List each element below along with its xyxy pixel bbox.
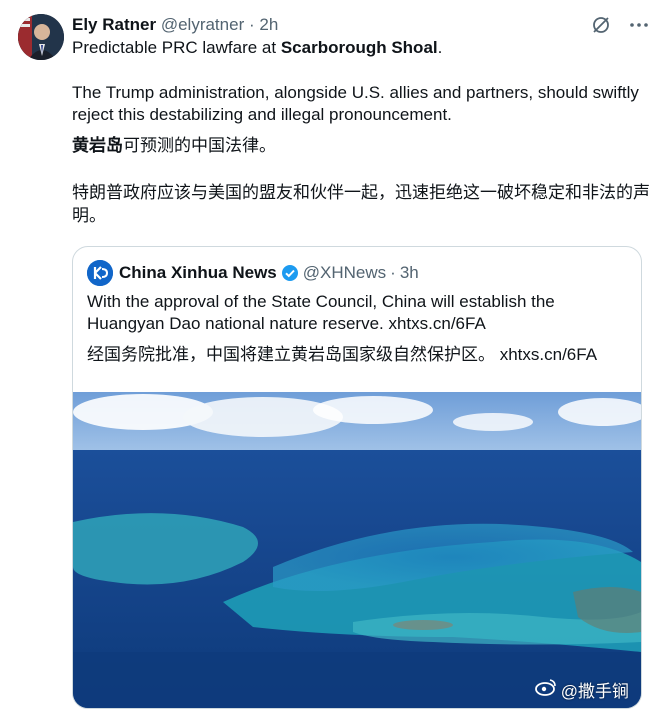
grok-icon[interactable] — [590, 14, 612, 36]
tweet-paragraph-2: The Trump administration, alongside U.S.… — [72, 82, 652, 126]
tweet-actions-top — [590, 14, 650, 36]
separator: · — [390, 263, 396, 282]
quoted-tweet-text: With the approval of the State Council, … — [87, 291, 627, 335]
tweet-text: 明。 — [72, 206, 106, 225]
quoted-text-line: Huangyan Dao national nature reserve. xh… — [87, 314, 486, 333]
tweet-text: Predictable PRC lawfare at — [72, 38, 281, 57]
tweet-text: . — [437, 38, 443, 57]
separator: · — [248, 15, 255, 34]
more-icon[interactable] — [628, 14, 650, 36]
weibo-icon — [534, 678, 557, 701]
quoted-tweet-time[interactable]: 3h — [400, 263, 419, 283]
quoted-text-line: With the approval of the State Council, … — [87, 292, 555, 311]
tweet-text: reject this destabilizing and illegal pr… — [72, 105, 452, 124]
author-handle[interactable]: @elyratner — [161, 15, 244, 34]
tweet-header: Ely Ratner @elyratner · 2h — [72, 14, 652, 36]
author-name[interactable]: Ely Ratner — [72, 15, 156, 34]
tweet-zh-line1: 黄岩岛可预测的中国法律。 — [72, 135, 652, 157]
quoted-author-handle[interactable]: @XHNews — [303, 263, 386, 283]
tweet-time[interactable]: 2h — [259, 15, 278, 34]
quoted-tweet[interactable]: China Xinhua News @XHNews · 3h With the … — [72, 246, 642, 709]
verified-badge-icon — [281, 264, 299, 282]
tweet-text: 特朗普政府应该与美国的盟友和伙伴一起，迅速拒绝这一破坏稳定和非法的声 — [72, 183, 650, 202]
quoted-tweet-image[interactable]: @撒手锏 — [73, 392, 641, 708]
tweet: Ely Ratner @elyratner · 2h Predictable P… — [0, 0, 672, 711]
watermark: @撒手锏 — [534, 677, 629, 702]
quoted-tweet-zh: 经国务院批准，中国将建立黄岩岛国家级自然保护区。 xhtxs.cn/6FA — [87, 345, 598, 364]
watermark-text: @撒手锏 — [560, 682, 629, 701]
author-avatar[interactable] — [18, 14, 64, 60]
tweet-text-bold: Scarborough Shoal — [280, 38, 438, 57]
tweet-text-bold: 黄岩岛 — [72, 136, 123, 155]
tweet-zh-paragraph-2: 特朗普政府应该与美国的盟友和伙伴一起，迅速拒绝这一破坏稳定和非法的声 明。 — [72, 181, 652, 227]
tweet-text: The Trump administration, alongside U.S.… — [72, 83, 639, 102]
xinhua-logo-avatar[interactable] — [87, 260, 113, 286]
quoted-author-name[interactable]: China Xinhua News — [119, 263, 277, 283]
quoted-tweet-header: China Xinhua News @XHNews · 3h — [87, 260, 419, 286]
tweet-text-line1: Predictable PRC lawfare at Scarborough S… — [72, 37, 652, 59]
tweet-text: 可预测的中国法律。 — [123, 136, 276, 155]
